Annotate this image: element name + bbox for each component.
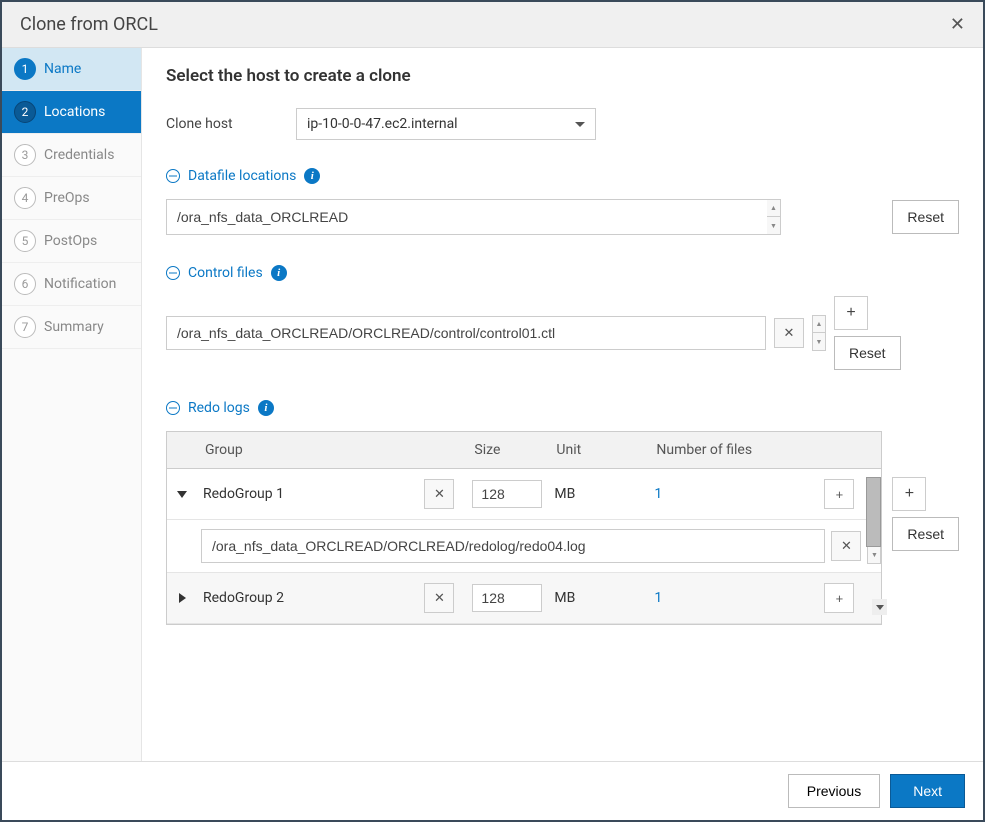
expand-toggle-1[interactable] [167,491,197,498]
datafile-stepper[interactable]: ▲ ▼ [767,199,781,235]
next-button[interactable]: Next [890,774,965,808]
redo-logs-area: Group Size Unit Number of files RedoGrou… [166,431,959,625]
sidebar-item-notification[interactable]: 6 Notification [2,263,141,306]
redo-scrollbar[interactable] [872,581,887,615]
redo-row-1-path: ✕ ▲ ▼ [167,520,881,573]
sidebar-item-label: Name [44,61,81,77]
datafile-section-toggle[interactable]: Datafile locations i [166,168,320,184]
clone-host-label: Clone host [166,116,296,132]
redo-row-remove-button[interactable]: ✕ [424,479,454,509]
redo-unit: MB [548,590,648,606]
redo-header-label: Redo logs [188,400,250,416]
step-number-1: 1 [14,58,36,80]
control-section-toggle[interactable]: Control files i [166,265,287,281]
close-icon[interactable]: ✕ [950,14,965,35]
redo-row-remove-button[interactable]: ✕ [424,583,454,613]
wizard-sidebar: 1 Name 2 Locations 3 Credentials 4 PreOp… [2,48,142,761]
chevron-right-icon [179,593,186,603]
sidebar-item-label: PreOps [44,190,90,206]
redo-row-add-button[interactable]: + [824,583,854,613]
redo-table: Group Size Unit Number of files RedoGrou… [166,431,882,625]
redo-nfiles-link[interactable]: 1 [648,590,818,606]
redo-path-remove-button[interactable]: ✕ [831,531,861,561]
redo-row-1: RedoGroup 1 ✕ MB 1 + [167,469,881,520]
redo-row-add-button[interactable]: + [824,479,854,509]
sidebar-item-locations[interactable]: 2 Locations [2,91,141,134]
sidebar-item-label: Locations [44,104,105,120]
step-number-6: 6 [14,273,36,295]
redo-reset-button[interactable]: Reset [892,517,959,551]
redo-nfiles-link[interactable]: 1 [648,486,818,502]
step-number-2: 2 [14,101,36,123]
stepper-down-icon[interactable]: ▼ [813,333,825,350]
sidebar-item-label: Summary [44,319,104,335]
redo-scrollbar[interactable] [866,477,881,511]
sidebar-item-label: Credentials [44,147,114,163]
datafile-reset-button[interactable]: Reset [892,200,959,234]
control-stepper[interactable]: ▲ ▼ [812,315,826,351]
info-icon[interactable]: i [258,400,274,416]
redo-add-button[interactable]: + [892,477,926,511]
step-number-3: 3 [14,144,36,166]
previous-button[interactable]: Previous [788,774,880,808]
redo-size-input[interactable] [472,480,542,508]
clone-host-row: Clone host ip-10-0-0-47.ec2.internal [166,108,959,140]
redo-group-name: RedoGroup 2 [197,590,418,606]
stepper-up-icon[interactable]: ▲ [767,200,780,217]
page-title: Select the host to create a clone [166,66,959,86]
control-add-button[interactable]: + [834,296,868,330]
redo-path-input[interactable] [201,529,825,563]
col-unit: Unit [548,442,648,458]
sidebar-item-summary[interactable]: 7 Summary [2,306,141,349]
step-number-5: 5 [14,230,36,252]
datafile-input[interactable] [166,199,767,235]
datafile-row: ▲ ▼ Reset [166,199,959,235]
redo-section-toggle[interactable]: Redo logs i [166,400,274,416]
dialog-title: Clone from ORCL [20,14,158,35]
redo-unit: MB [548,486,648,502]
stepper-up-icon[interactable]: ▲ [813,316,825,333]
sidebar-item-label: Notification [44,276,116,292]
sidebar-item-postops[interactable]: 5 PostOps [2,220,141,263]
control-remove-button[interactable]: ✕ [774,318,804,348]
stepper-down-icon[interactable]: ▼ [767,217,780,234]
info-icon[interactable]: i [304,168,320,184]
dialog-header: Clone from ORCL ✕ [2,2,983,48]
control-file-input[interactable] [166,316,766,350]
step-number-7: 7 [14,316,36,338]
redo-row-2: RedoGroup 2 ✕ MB 1 + [167,573,881,624]
dialog-footer: Previous Next [2,761,983,820]
collapse-icon [166,401,180,415]
info-icon[interactable]: i [271,265,287,281]
redo-size-input[interactable] [472,584,542,612]
clone-host-dropdown[interactable]: ip-10-0-0-47.ec2.internal [296,108,596,140]
sidebar-item-preops[interactable]: 4 PreOps [2,177,141,220]
col-nfiles: Number of files [648,442,818,458]
control-reset-button[interactable]: Reset [834,336,901,370]
chevron-down-icon [177,491,187,498]
chevron-down-icon [575,122,585,127]
sidebar-item-name[interactable]: 1 Name [2,48,141,91]
clone-dialog: Clone from ORCL ✕ 1 Name 2 Locations 3 C… [2,2,983,820]
sidebar-item-label: PostOps [44,233,97,249]
step-number-4: 4 [14,187,36,209]
collapse-icon [166,266,180,280]
control-header-label: Control files [188,265,263,281]
redo-table-header: Group Size Unit Number of files [167,432,881,469]
col-group: Group [197,442,418,458]
dialog-body: 1 Name 2 Locations 3 Credentials 4 PreOp… [2,48,983,761]
stepper-down-icon[interactable]: ▼ [868,546,880,563]
main-panel: Select the host to create a clone Clone … [142,48,983,761]
datafile-header-label: Datafile locations [188,168,296,184]
expand-toggle-2[interactable] [167,593,197,603]
clone-host-value: ip-10-0-0-47.ec2.internal [307,116,458,132]
control-row: ✕ ▲ ▼ + Reset [166,296,959,370]
col-size: Size [466,442,548,458]
collapse-icon [166,169,180,183]
redo-group-name: RedoGroup 1 [197,486,418,502]
sidebar-item-credentials[interactable]: 3 Credentials [2,134,141,177]
